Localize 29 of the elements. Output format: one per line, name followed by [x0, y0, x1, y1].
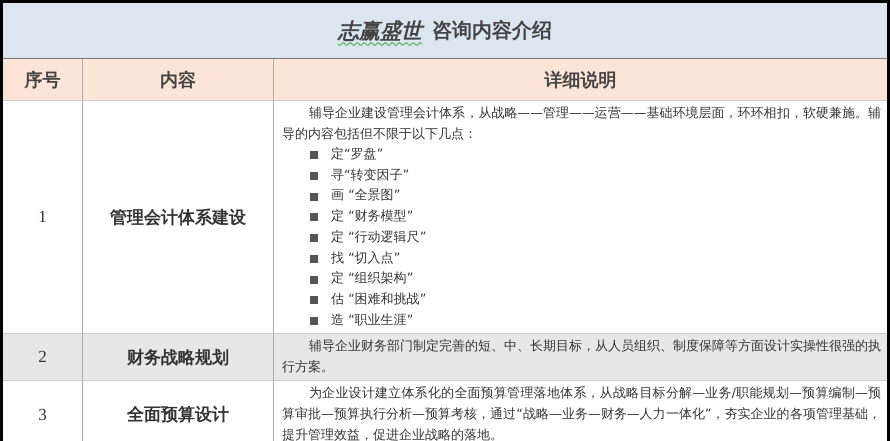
table-title: 咨询内容介绍 — [432, 17, 552, 44]
bullet-icon — [310, 296, 318, 304]
bullet-icon — [310, 316, 318, 325]
bullet-icon — [310, 234, 318, 242]
point-text: 造 “职业生涯” — [331, 312, 414, 330]
content-name: 全面预算设计 — [83, 381, 274, 441]
bullet-icon — [310, 151, 318, 160]
point-text: 定“罗盘” — [331, 146, 384, 164]
point-text: 画 “全景图” — [331, 187, 400, 206]
column-header: 内容 — [83, 59, 274, 101]
column-header: 序号 — [3, 59, 83, 101]
point-text: 定 “组织架构” — [331, 270, 414, 288]
bullet-icon — [310, 192, 318, 201]
point-text: 寻“转变因子” — [331, 166, 410, 185]
point-text: 定 “行动逻辑尺” — [331, 228, 426, 247]
point-text: 找 “切入点” — [331, 250, 400, 268]
column-header: 详细说明 — [274, 59, 887, 101]
point-text: 估 “困难和挑战” — [331, 290, 426, 309]
point-text: 定 “财务模型” — [331, 208, 414, 226]
bullet-icon — [310, 213, 318, 222]
bullet-icon — [310, 254, 318, 263]
content-name: 财务战略规划 — [83, 334, 274, 382]
bullet-icon — [310, 276, 318, 284]
row-number: 2 — [3, 334, 83, 382]
description-text: 辅导企业建设管理会计体系，从战略——管理——运营——基础环境层面，环环相扣，软硬兼施。辅导的内容包括但不限于以下几点： — [282, 105, 881, 144]
description-text: 辅导企业财务部门制定完善的短、中、长期目标，从人员组织、制度保障等方面设计实操性很强的执行方案。 — [282, 338, 881, 378]
description-text: 为企业设计建立体系化的全面预算管理落地体系，从战略目标分解—业务/职能规划—预算编制—预算审批—预算执行分析—预算考核，通过“战略—业务—财务—人力一体化”，夯实企业的各项管理基础，提升管理效益，促进企业战略的落地。 — [282, 385, 881, 441]
row-number: 3 — [3, 381, 83, 441]
bullet-icon — [310, 172, 318, 180]
